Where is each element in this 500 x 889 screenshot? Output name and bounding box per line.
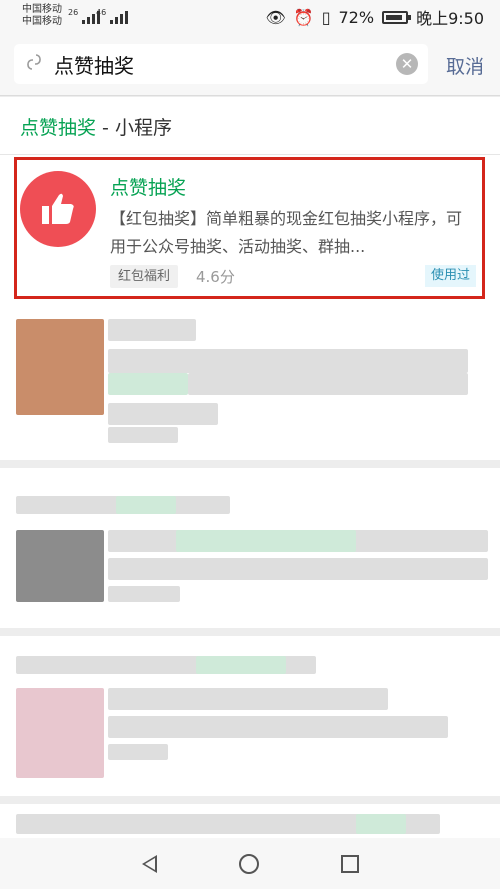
battery-icon: [382, 10, 412, 24]
blurred-text: [176, 530, 356, 552]
cancel-button[interactable]: 取消: [446, 52, 484, 79]
blurred-text: [108, 319, 196, 341]
app-name[interactable]: 点赞抽奖: [110, 173, 186, 200]
search-input[interactable]: 点赞抽奖 ✕: [14, 44, 428, 84]
status-icons: 👁 ⏰ ▯ 72% 晚上9:50: [265, 6, 484, 29]
section-suffix: - 小程序: [96, 117, 172, 139]
blurred-thumbnail: [16, 688, 104, 778]
network-type-2: 46: [96, 8, 107, 17]
carrier-info: 中国移动 中国移动: [22, 4, 62, 28]
blurred-text: [356, 814, 406, 834]
vibrate-icon: ▯: [321, 7, 331, 27]
category-tag: 红包福利: [110, 265, 179, 288]
app-logo[interactable]: [20, 171, 96, 247]
nav-recent-icon[interactable]: [340, 854, 359, 873]
app-description: 【红包抽奖】简单粗暴的现金红包抽奖小程序，可用于公众号抽奖、活动抽奖、群抽...: [110, 209, 463, 256]
blurred-text: [108, 688, 388, 710]
blurred-text: [188, 373, 468, 395]
clear-icon[interactable]: ✕: [396, 53, 418, 75]
blurred-text: [108, 716, 448, 738]
eye-icon: 👁: [265, 7, 286, 27]
blurred-text: [108, 744, 168, 760]
battery-percent: 72%: [338, 7, 375, 27]
result-card[interactable]: [0, 468, 500, 628]
blurred-text: [116, 496, 176, 514]
blurred-text: [108, 558, 488, 580]
blurred-thumbnail: [16, 319, 104, 415]
blurred-text: [108, 586, 180, 602]
blurred-thumbnail: [16, 530, 104, 602]
search-icon: [14, 52, 54, 76]
nav-back-icon[interactable]: [141, 854, 157, 873]
section-title: 点赞抽奖 - 小程序: [20, 113, 172, 140]
carrier-1: 中国移动: [22, 4, 62, 15]
carrier-2: 中国移动: [22, 16, 62, 27]
network-type-1: 26: [68, 8, 79, 17]
results-section: 点赞抽奖 - 小程序 点赞抽奖 【红包抽奖】简单粗暴的现金红包抽奖小程序，可用于…: [0, 97, 500, 460]
used-badge: 使用过: [424, 265, 476, 287]
blurred-text: [196, 656, 286, 674]
search-value: 点赞抽奖: [54, 53, 134, 78]
alarm-icon: ⏰: [293, 7, 314, 27]
signal-icon: 46: [96, 8, 129, 24]
status-bar: 中国移动 中国移动 26 46 👁 ⏰ ▯ 72% 晚上9:50: [0, 0, 500, 34]
blurred-text: [108, 373, 188, 395]
result-card[interactable]: [0, 636, 500, 796]
app-rating: 4.6分: [196, 268, 235, 286]
blurred-text: [108, 403, 218, 425]
divider: [0, 154, 500, 155]
navigation-bar: [0, 838, 500, 889]
blurred-text: [108, 349, 468, 373]
search-bar: 点赞抽奖 ✕ 取消: [0, 34, 500, 96]
section-keyword: 点赞抽奖: [20, 117, 97, 139]
thumbs-up-icon: [42, 193, 74, 224]
clock: 晚上9:50: [416, 9, 484, 28]
result-card[interactable]: [0, 804, 500, 838]
nav-home-icon[interactable]: [238, 853, 259, 874]
blurred-text: [108, 427, 178, 443]
